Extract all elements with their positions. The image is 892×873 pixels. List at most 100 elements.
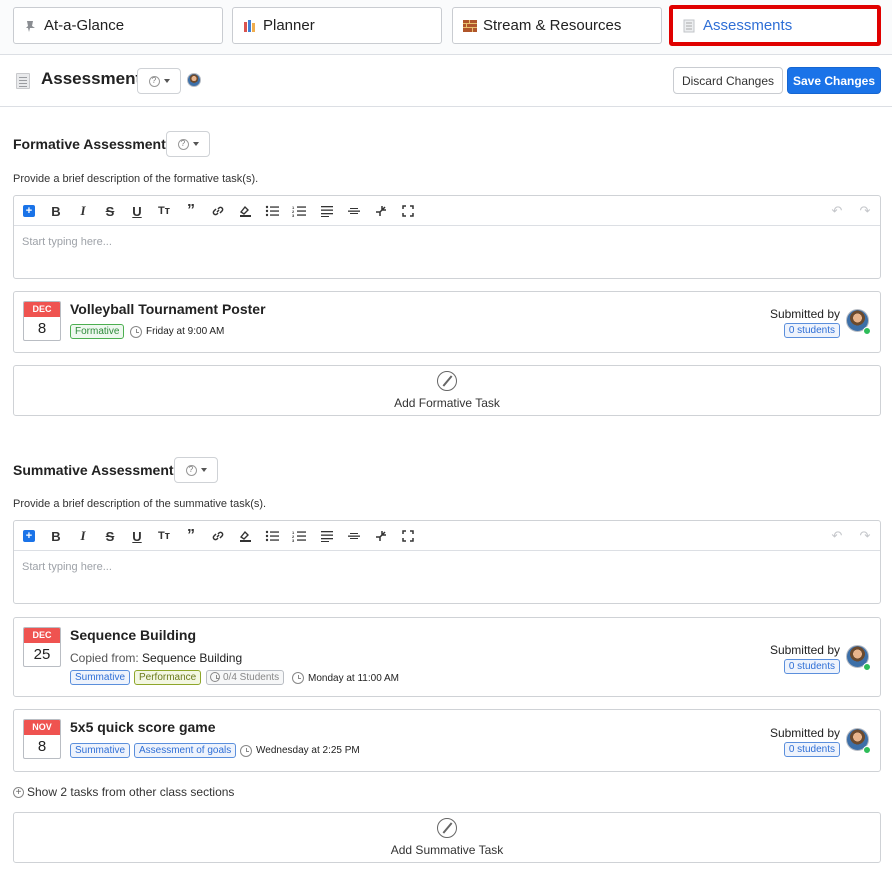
avatar [187, 73, 201, 87]
tab-label: Stream & Resources [483, 17, 622, 34]
task-card[interactable]: DEC 8 Volleyball Tournament Poster Forma… [13, 291, 881, 353]
formative-prompt: Provide a brief description of the forma… [13, 173, 259, 185]
undo-icon[interactable]: ↶ [829, 203, 845, 219]
editor-placeholder[interactable]: Start typing here... [22, 236, 112, 248]
horizontal-rule-icon[interactable] [346, 528, 362, 544]
text-size-icon[interactable]: Tᴛ [156, 203, 172, 219]
students-badge[interactable]: 0 students [783, 742, 840, 757]
copied-from: Copied from: Sequence Building [70, 651, 242, 665]
task-card[interactable]: NOV 8 5x5 quick score game Summative Ass… [13, 709, 881, 772]
calendar-month: DEC [24, 628, 60, 643]
help-dropdown[interactable]: ? [137, 68, 181, 94]
formative-section-title: Formative Assessment [13, 136, 166, 152]
summative-help-dropdown[interactable]: ? [174, 457, 218, 483]
students-badge[interactable]: 0 students [783, 659, 840, 674]
task-card[interactable]: DEC 25 Sequence Building Copied from: Se… [13, 617, 881, 697]
discard-changes-button[interactable]: Discard Changes [673, 67, 783, 94]
help-icon: ? [177, 138, 189, 150]
redo-icon[interactable]: ↷ [857, 203, 873, 219]
editor-placeholder[interactable]: Start typing here... [22, 561, 112, 573]
task-title[interactable]: Sequence Building [70, 627, 196, 643]
add-formative-task-button[interactable]: Add Formative Task [13, 365, 881, 416]
svg-text:3: 3 [292, 538, 295, 542]
code-icon[interactable] [373, 528, 389, 544]
tag-summative: Summative [70, 743, 131, 758]
add-summative-task-label: Add Summative Task [390, 843, 504, 857]
help-icon: ? [185, 464, 197, 476]
quote-icon[interactable]: ” [183, 527, 199, 544]
calendar-month: DEC [24, 302, 60, 317]
add-summative-task-button[interactable]: Add Summative Task [13, 812, 881, 863]
clock-icon [240, 745, 252, 757]
tag-students-progress-label: 0/4 Students [223, 672, 280, 683]
pencil-icon [437, 818, 457, 838]
undo-icon[interactable]: ↶ [829, 528, 845, 544]
summative-editor: + B I S U Tᴛ ” 123 ↶ ↷ Start typing here… [13, 520, 881, 604]
redo-icon[interactable]: ↷ [857, 528, 873, 544]
bold-icon[interactable]: B [48, 203, 64, 219]
highlight-icon[interactable] [237, 528, 253, 544]
calendar-date-icon: DEC 8 [23, 301, 61, 341]
copied-from-source[interactable]: Sequence Building [142, 651, 242, 665]
insert-plus-icon[interactable]: + [23, 205, 35, 217]
tag-assessment-of-goals: Assessment of goals [134, 743, 237, 758]
numbered-list-icon[interactable]: 123 [291, 203, 307, 219]
books-icon [243, 19, 257, 33]
document-icon [683, 19, 697, 33]
task-title[interactable]: Volleyball Tournament Poster [70, 301, 266, 317]
underline-icon[interactable]: U [129, 528, 145, 544]
tab-stream-resources[interactable]: Stream & Resources [452, 7, 662, 44]
tab-planner[interactable]: Planner [232, 7, 442, 44]
italic-icon[interactable]: I [75, 528, 91, 544]
bulleted-list-icon[interactable] [264, 528, 280, 544]
editor-toolbar: + B I S U Tᴛ ” 123 ↶ ↷ [14, 196, 880, 226]
underline-icon[interactable]: U [129, 203, 145, 219]
show-other-label: Show 2 tasks from other class sections [27, 785, 235, 799]
bricks-icon [463, 19, 477, 33]
submitted-by-label: Submitted by [769, 307, 840, 321]
pencil-icon [437, 371, 457, 391]
chevron-down-icon [192, 142, 199, 146]
calendar-day: 8 [37, 738, 47, 755]
add-formative-task-label: Add Formative Task [394, 396, 500, 410]
horizontal-rule-icon[interactable] [346, 203, 362, 219]
calendar-date-icon: NOV 8 [23, 719, 61, 759]
plus-circle-icon: + [13, 786, 24, 798]
bold-icon[interactable]: B [48, 528, 64, 544]
fullscreen-icon[interactable] [400, 203, 416, 219]
align-icon[interactable] [319, 528, 335, 544]
strikethrough-icon[interactable]: S [102, 528, 118, 544]
students-badge[interactable]: 0 students [783, 323, 840, 338]
summative-section-title: Summative Assessment [13, 462, 174, 478]
online-status-dot [863, 663, 871, 671]
align-icon[interactable] [319, 203, 335, 219]
submitted-by-label: Submitted by [769, 726, 840, 740]
bulleted-list-icon[interactable] [264, 203, 280, 219]
tab-assessments[interactable]: Assessments [669, 5, 881, 46]
strikethrough-icon[interactable]: S [102, 203, 118, 219]
summative-prompt: Provide a brief description of the summa… [13, 498, 267, 510]
task-title[interactable]: 5x5 quick score game [70, 719, 216, 735]
copied-from-label: Copied from: [70, 651, 139, 665]
insert-plus-icon[interactable]: + [23, 530, 35, 542]
fullscreen-icon[interactable] [400, 528, 416, 544]
tab-label: At-a-Glance [44, 17, 125, 34]
due-date: Wednesday at 2:25 PM [256, 745, 360, 756]
formative-help-dropdown[interactable]: ? [166, 131, 210, 157]
calendar-day: 25 [33, 646, 51, 663]
highlight-icon[interactable] [237, 203, 253, 219]
italic-icon[interactable]: I [75, 203, 91, 219]
save-changes-button[interactable]: Save Changes [787, 67, 881, 94]
pushpin-icon [24, 19, 38, 33]
numbered-list-icon[interactable]: 123 [291, 528, 307, 544]
page-title: Assessment [41, 69, 142, 88]
calendar-month: NOV [24, 720, 60, 735]
quote-icon[interactable]: ” [183, 202, 199, 219]
code-icon[interactable] [373, 203, 389, 219]
text-size-icon[interactable]: Tᴛ [156, 528, 172, 544]
show-other-sections-toggle[interactable]: + Show 2 tasks from other class sections [13, 785, 234, 799]
tag-summative: Summative [70, 670, 131, 685]
link-icon[interactable] [210, 528, 226, 544]
link-icon[interactable] [210, 203, 226, 219]
tab-at-a-glance[interactable]: At-a-Glance [13, 7, 223, 44]
